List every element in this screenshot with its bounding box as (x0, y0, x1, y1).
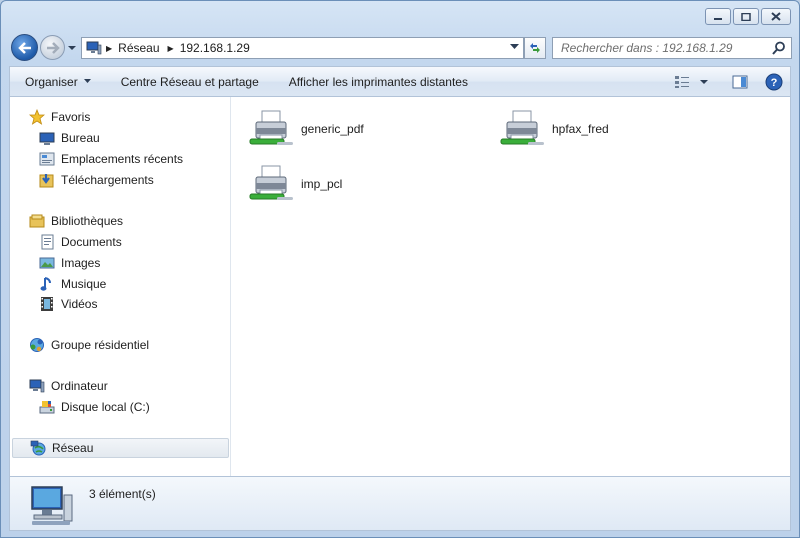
nav-libraries-label: Bibliothèques (51, 214, 124, 228)
nav-item-pictures-label: Images (61, 256, 101, 270)
details-pane: 3 élément(s) (9, 477, 791, 531)
nav-network-label: Réseau (52, 441, 94, 455)
command-bar: Organiser Centre Réseau et partage Affic… (9, 66, 791, 96)
nav-item-desktop[interactable]: Bureau (10, 128, 100, 148)
address-dropdown-icon[interactable] (510, 44, 519, 50)
downloads-icon (39, 174, 54, 188)
file-name: hpfax_fred (552, 122, 609, 136)
maximize-button[interactable] (733, 8, 759, 25)
nav-item-videos[interactable]: Vidéos (10, 294, 97, 314)
pictures-icon (39, 257, 55, 269)
nav-homegroup-label: Groupe résidentiel (51, 338, 150, 352)
nav-item-music[interactable]: Musique (10, 274, 106, 294)
documents-icon (41, 234, 54, 250)
show-remote-printers-button[interactable]: Afficher les imprimantes distantes (274, 67, 483, 96)
file-item-generic-pdf[interactable]: generic_pdf (247, 105, 364, 153)
svg-text:?: ? (771, 77, 778, 89)
view-options-icon (675, 76, 689, 88)
nav-computer-label: Ordinateur (51, 379, 108, 393)
file-name: generic_pdf (301, 122, 364, 136)
forward-button[interactable] (40, 35, 65, 60)
desktop-icon (39, 132, 55, 145)
remote-printers-label: Afficher les imprimantes distantes (288, 74, 468, 89)
explorer-window: ▶ Réseau ▶ 192.168.1.29 Rechercher dans … (0, 0, 800, 538)
change-view-button[interactable] (672, 72, 692, 92)
network-printer-icon (500, 110, 544, 145)
nav-item-recent-places[interactable]: Emplacements récents (10, 149, 183, 169)
nav-item-pictures[interactable]: Images (10, 253, 100, 273)
forward-arrow-icon (46, 41, 60, 54)
address-bar[interactable]: ▶ Réseau ▶ 192.168.1.29 (81, 37, 524, 59)
breadcrumb-separator-icon[interactable]: ▶ (168, 44, 174, 53)
recent-places-icon (39, 152, 55, 166)
local-disk-icon (39, 401, 55, 414)
back-arrow-icon (17, 41, 31, 54)
organize-menu-button[interactable]: Organiser (10, 67, 106, 96)
nav-computer[interactable]: Ordinateur (10, 376, 108, 396)
preview-pane-button[interactable] (730, 72, 750, 92)
nav-favorites-label: Favoris (51, 110, 91, 124)
nav-item-music-label: Musique (61, 277, 107, 291)
nav-item-downloads-label: Téléchargements (61, 173, 154, 187)
network-sharing-center-button[interactable]: Centre Réseau et partage (106, 67, 274, 96)
file-item-imp-pcl[interactable]: imp_pcl (247, 160, 342, 208)
nav-item-local-disk-label: Disque local (C:) (61, 400, 150, 414)
maximize-icon (741, 12, 751, 21)
view-controls: ? (672, 72, 784, 92)
nav-network[interactable]: Réseau (12, 438, 229, 458)
nav-item-local-disk[interactable]: Disque local (C:) (10, 397, 150, 417)
network-printer-icon (249, 110, 293, 145)
nav-favorites[interactable]: Favoris (10, 107, 90, 127)
network-center-label: Centre Réseau et partage (120, 74, 259, 89)
search-input[interactable]: Rechercher dans : 192.168.1.29 (552, 37, 792, 59)
network-icon (30, 440, 46, 456)
nav-item-videos-label: Vidéos (61, 297, 98, 311)
breadcrumb-separator-icon[interactable]: ▶ (106, 44, 112, 53)
search-placeholder: Rechercher dans : 192.168.1.29 (561, 41, 733, 55)
file-item-hpfax-fred[interactable]: hpfax_fred (498, 105, 609, 153)
file-name: imp_pcl (301, 177, 343, 191)
search-icon[interactable] (772, 41, 786, 55)
organize-label: Organiser (25, 74, 78, 89)
item-count: 3 élément(s) (89, 487, 156, 501)
network-computer-icon (31, 486, 73, 525)
minimize-button[interactable] (705, 8, 731, 25)
videos-icon (41, 297, 53, 311)
computer-icon (29, 379, 45, 393)
minimize-icon (714, 17, 722, 20)
nav-item-recent-places-label: Emplacements récents (61, 152, 184, 166)
nav-item-documents-label: Documents (61, 235, 122, 249)
caption-buttons (705, 8, 791, 25)
chevron-down-icon (83, 79, 91, 83)
navigation-pane[interactable]: Favoris Bureau Emplacements récents Télé… (10, 97, 231, 476)
refresh-icon (530, 43, 540, 53)
computer-network-icon (86, 41, 102, 55)
help-icon: ? (765, 73, 783, 91)
back-button[interactable] (11, 34, 38, 61)
close-icon (771, 12, 781, 21)
libraries-icon (29, 214, 45, 228)
nav-homegroup[interactable]: Groupe résidentiel (10, 335, 149, 355)
breadcrumb-network[interactable]: Réseau (118, 41, 159, 55)
content-area: Favoris Bureau Emplacements récents Télé… (9, 96, 791, 477)
breadcrumb-host[interactable]: 192.168.1.29 (180, 41, 250, 55)
homegroup-icon (30, 338, 44, 352)
nav-item-desktop-label: Bureau (61, 131, 100, 145)
view-dropdown-icon[interactable] (700, 79, 708, 85)
file-list-pane[interactable]: generic_pdf hpfax_fred imp_pcl (232, 97, 790, 476)
nav-libraries[interactable]: Bibliothèques (10, 211, 123, 231)
navigation-bar: ▶ Réseau ▶ 192.168.1.29 Rechercher dans … (9, 34, 792, 62)
nav-item-documents[interactable]: Documents (10, 232, 122, 252)
close-button[interactable] (761, 8, 791, 25)
refresh-button[interactable] (524, 37, 546, 59)
music-icon (40, 277, 51, 291)
help-button[interactable]: ? (764, 72, 784, 92)
network-printer-icon (249, 165, 293, 200)
nav-item-downloads[interactable]: Téléchargements (10, 170, 154, 190)
preview-pane-icon (732, 75, 748, 89)
star-icon (29, 109, 45, 125)
recent-pages-dropdown-icon[interactable] (67, 43, 77, 53)
